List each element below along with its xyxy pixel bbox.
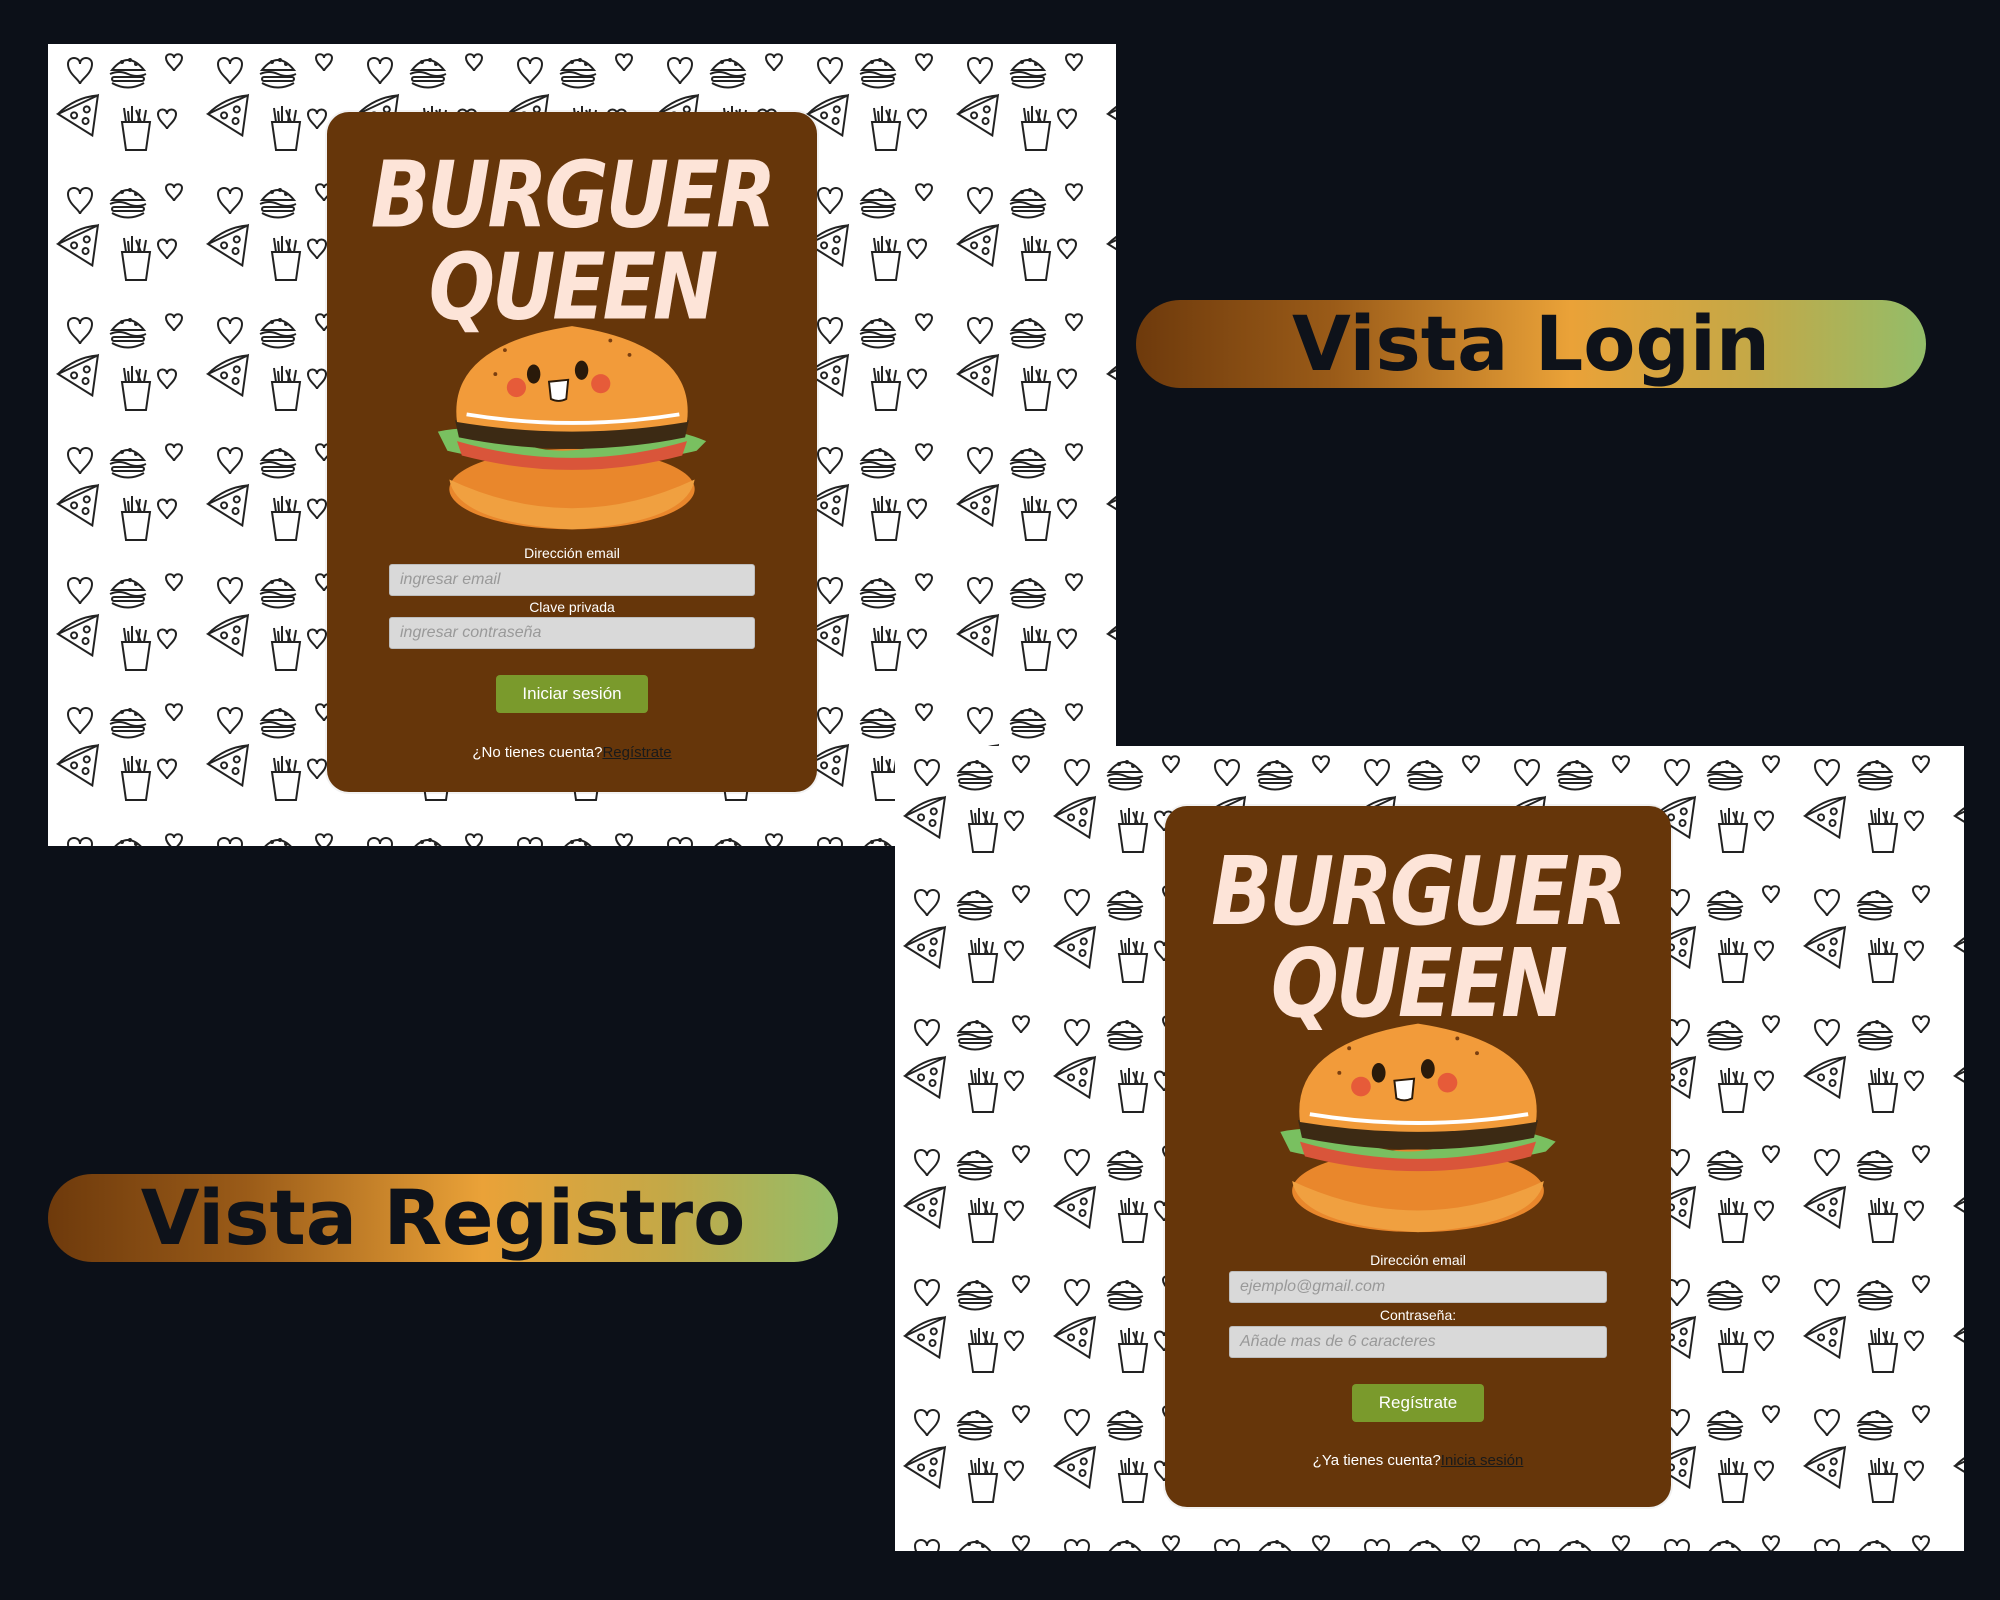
email-label: Dirección email bbox=[524, 545, 620, 561]
login-link[interactable]: Inicia sesión bbox=[1441, 1452, 1524, 1469]
email-input[interactable]: ejemplo@gmail.com bbox=[1229, 1271, 1607, 1303]
logo-line-1: BURGUER bbox=[1211, 836, 1627, 947]
register-button[interactable]: Regístrate bbox=[1352, 1384, 1484, 1422]
register-view-screenshot: BURGUER QUEEN Dirección email ejemplo@gm… bbox=[895, 746, 1964, 1551]
login-card: BURGUER QUEEN Dirección email ingresar e… bbox=[327, 112, 817, 792]
register-link[interactable]: Regístrate bbox=[602, 744, 671, 761]
register-prompt: ¿No tienes cuenta?Regístrate bbox=[327, 744, 817, 761]
brand-logo: BURGUER QUEEN bbox=[1165, 836, 1671, 1030]
login-view-label: Vista Login bbox=[1136, 300, 1926, 388]
password-label: Contraseña: bbox=[1379, 1307, 1457, 1323]
email-label: Dirección email bbox=[1370, 1252, 1466, 1268]
password-input[interactable]: Añade mas de 6 caracteres bbox=[1229, 1326, 1607, 1358]
login-prompt-text: ¿Ya tienes cuenta? bbox=[1312, 1452, 1441, 1469]
register-card: BURGUER QUEEN Dirección email ejemplo@gm… bbox=[1165, 806, 1671, 1507]
password-label: Clave privada bbox=[529, 599, 615, 615]
password-input[interactable]: ingresar contraseña bbox=[389, 617, 755, 649]
logo-line-1: BURGUER bbox=[370, 142, 777, 250]
burger-mascot-icon bbox=[437, 326, 707, 530]
register-prompt-text: ¿No tienes cuenta? bbox=[472, 744, 603, 761]
login-prompt: ¿Ya tienes cuenta?Inicia sesión bbox=[1165, 1452, 1671, 1469]
email-input[interactable]: ingresar email bbox=[389, 564, 755, 596]
login-button[interactable]: Iniciar sesión bbox=[496, 675, 648, 713]
login-view-screenshot: BURGUER QUEEN Dirección email ingresar e… bbox=[48, 44, 1116, 846]
burger-mascot-icon bbox=[1280, 1023, 1556, 1233]
register-view-label: Vista Registro bbox=[48, 1174, 838, 1262]
